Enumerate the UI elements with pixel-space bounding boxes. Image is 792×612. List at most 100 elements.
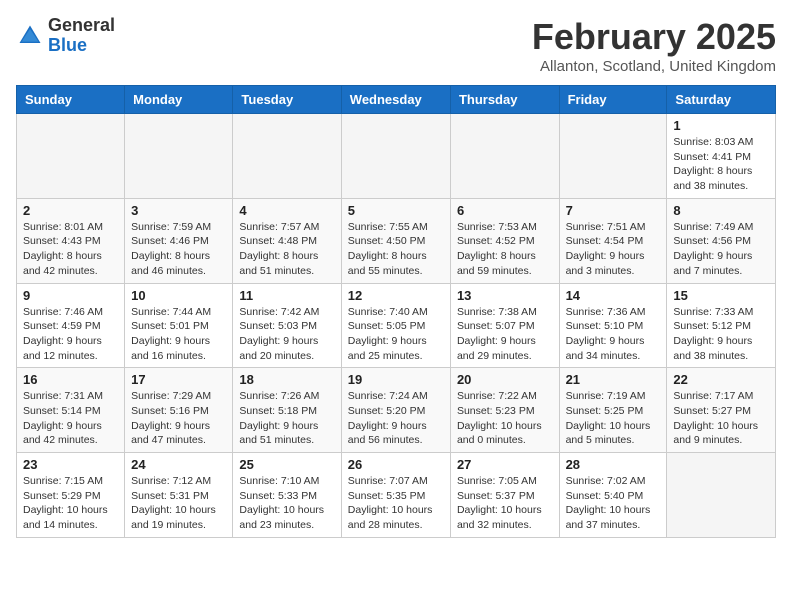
calendar: SundayMondayTuesdayWednesdayThursdayFrid…: [16, 85, 776, 538]
calendar-header-thursday: Thursday: [450, 86, 559, 114]
day-number: 12: [348, 288, 444, 303]
calendar-day-13: 13 Sunrise: 7:38 AM Sunset: 5:07 PM Dayli…: [450, 283, 559, 368]
day-number: 23: [23, 457, 118, 472]
calendar-header-friday: Friday: [559, 86, 667, 114]
calendar-day-19: 19 Sunrise: 7:24 AM Sunset: 5:20 PM Dayli…: [341, 368, 450, 453]
day-number: 20: [457, 372, 553, 387]
day-info: Sunrise: 8:03 AM Sunset: 4:41 PM Dayligh…: [673, 135, 769, 194]
day-number: 28: [566, 457, 661, 472]
day-info: Sunrise: 7:12 AM Sunset: 5:31 PM Dayligh…: [131, 474, 226, 533]
calendar-day-empty: [450, 114, 559, 199]
calendar-day-10: 10 Sunrise: 7:44 AM Sunset: 5:01 PM Dayli…: [125, 283, 233, 368]
day-info: Sunrise: 7:38 AM Sunset: 5:07 PM Dayligh…: [457, 305, 553, 364]
day-info: Sunrise: 8:01 AM Sunset: 4:43 PM Dayligh…: [23, 220, 118, 279]
day-info: Sunrise: 7:55 AM Sunset: 4:50 PM Dayligh…: [348, 220, 444, 279]
day-info: Sunrise: 7:24 AM Sunset: 5:20 PM Dayligh…: [348, 389, 444, 448]
day-number: 10: [131, 288, 226, 303]
day-info: Sunrise: 7:53 AM Sunset: 4:52 PM Dayligh…: [457, 220, 553, 279]
day-info: Sunrise: 7:33 AM Sunset: 5:12 PM Dayligh…: [673, 305, 769, 364]
day-number: 9: [23, 288, 118, 303]
day-info: Sunrise: 7:05 AM Sunset: 5:37 PM Dayligh…: [457, 474, 553, 533]
calendar-day-18: 18 Sunrise: 7:26 AM Sunset: 5:18 PM Dayli…: [233, 368, 341, 453]
day-info: Sunrise: 7:29 AM Sunset: 5:16 PM Dayligh…: [131, 389, 226, 448]
day-info: Sunrise: 7:26 AM Sunset: 5:18 PM Dayligh…: [239, 389, 334, 448]
calendar-day-12: 12 Sunrise: 7:40 AM Sunset: 5:05 PM Dayli…: [341, 283, 450, 368]
calendar-day-24: 24 Sunrise: 7:12 AM Sunset: 5:31 PM Dayli…: [125, 453, 233, 538]
calendar-day-16: 16 Sunrise: 7:31 AM Sunset: 5:14 PM Dayli…: [17, 368, 125, 453]
calendar-week-2: 2 Sunrise: 8:01 AM Sunset: 4:43 PM Daylig…: [17, 198, 776, 283]
calendar-day-4: 4Sunrise: 7:57 AM Sunset: 4:48 PM Daylig…: [233, 198, 341, 283]
calendar-header-tuesday: Tuesday: [233, 86, 341, 114]
day-info: Sunrise: 7:57 AM Sunset: 4:48 PM Dayligh…: [239, 220, 334, 279]
day-number: 24: [131, 457, 226, 472]
day-number: 18: [239, 372, 334, 387]
calendar-day-empty: [667, 453, 776, 538]
day-number: 5: [348, 203, 444, 218]
day-info: Sunrise: 7:10 AM Sunset: 5:33 PM Dayligh…: [239, 474, 334, 533]
calendar-day-7: 7Sunrise: 7:51 AM Sunset: 4:54 PM Daylig…: [559, 198, 667, 283]
logo-blue-text: Blue: [48, 36, 115, 56]
calendar-header-sunday: Sunday: [17, 86, 125, 114]
calendar-day-15: 15 Sunrise: 7:33 AM Sunset: 5:12 PM Dayli…: [667, 283, 776, 368]
day-info: Sunrise: 7:31 AM Sunset: 5:14 PM Dayligh…: [23, 389, 118, 448]
day-info: Sunrise: 7:49 AM Sunset: 4:56 PM Dayligh…: [673, 220, 769, 279]
calendar-header-monday: Monday: [125, 86, 233, 114]
calendar-day-empty: [559, 114, 667, 199]
calendar-day-8: 8 Sunrise: 7:49 AM Sunset: 4:56 PM Daylig…: [667, 198, 776, 283]
day-info: Sunrise: 7:02 AM Sunset: 5:40 PM Dayligh…: [566, 474, 661, 533]
calendar-day-25: 25 Sunrise: 7:10 AM Sunset: 5:33 PM Dayli…: [233, 453, 341, 538]
page-header: General Blue February 2025 Allanton, Sco…: [16, 16, 776, 75]
logo: General Blue: [16, 16, 115, 56]
calendar-day-26: 26 Sunrise: 7:07 AM Sunset: 5:35 PM Dayli…: [341, 453, 450, 538]
calendar-day-9: 9 Sunrise: 7:46 AM Sunset: 4:59 PM Daylig…: [17, 283, 125, 368]
title-area: February 2025 Allanton, Scotland, United…: [532, 16, 776, 75]
calendar-day-empty: [233, 114, 341, 199]
day-info: Sunrise: 7:07 AM Sunset: 5:35 PM Dayligh…: [348, 474, 444, 533]
calendar-day-27: 27Sunrise: 7:05 AM Sunset: 5:37 PM Dayli…: [450, 453, 559, 538]
day-number: 16: [23, 372, 118, 387]
day-number: 1: [673, 118, 769, 133]
calendar-day-11: 11 Sunrise: 7:42 AM Sunset: 5:03 PM Dayli…: [233, 283, 341, 368]
calendar-day-28: 28 Sunrise: 7:02 AM Sunset: 5:40 PM Dayli…: [559, 453, 667, 538]
day-number: 11: [239, 288, 334, 303]
calendar-header-wednesday: Wednesday: [341, 86, 450, 114]
calendar-day-2: 2 Sunrise: 8:01 AM Sunset: 4:43 PM Daylig…: [17, 198, 125, 283]
calendar-day-21: 21Sunrise: 7:19 AM Sunset: 5:25 PM Dayli…: [559, 368, 667, 453]
calendar-day-23: 23 Sunrise: 7:15 AM Sunset: 5:29 PM Dayli…: [17, 453, 125, 538]
calendar-day-22: 22 Sunrise: 7:17 AM Sunset: 5:27 PM Dayli…: [667, 368, 776, 453]
day-number: 13: [457, 288, 553, 303]
day-info: Sunrise: 7:46 AM Sunset: 4:59 PM Dayligh…: [23, 305, 118, 364]
month-title: February 2025: [532, 16, 776, 58]
day-info: Sunrise: 7:19 AM Sunset: 5:25 PM Dayligh…: [566, 389, 661, 448]
day-info: Sunrise: 7:40 AM Sunset: 5:05 PM Dayligh…: [348, 305, 444, 364]
day-info: Sunrise: 7:59 AM Sunset: 4:46 PM Dayligh…: [131, 220, 226, 279]
calendar-day-1: 1 Sunrise: 8:03 AM Sunset: 4:41 PM Daylig…: [667, 114, 776, 199]
day-info: Sunrise: 7:51 AM Sunset: 4:54 PM Dayligh…: [566, 220, 661, 279]
day-number: 25: [239, 457, 334, 472]
location: Allanton, Scotland, United Kingdom: [532, 58, 776, 75]
calendar-day-14: 14Sunrise: 7:36 AM Sunset: 5:10 PM Dayli…: [559, 283, 667, 368]
day-number: 3: [131, 203, 226, 218]
calendar-week-3: 9 Sunrise: 7:46 AM Sunset: 4:59 PM Daylig…: [17, 283, 776, 368]
day-number: 19: [348, 372, 444, 387]
calendar-header-saturday: Saturday: [667, 86, 776, 114]
calendar-day-3: 3 Sunrise: 7:59 AM Sunset: 4:46 PM Daylig…: [125, 198, 233, 283]
day-number: 26: [348, 457, 444, 472]
day-info: Sunrise: 7:22 AM Sunset: 5:23 PM Dayligh…: [457, 389, 553, 448]
day-info: Sunrise: 7:17 AM Sunset: 5:27 PM Dayligh…: [673, 389, 769, 448]
calendar-day-17: 17 Sunrise: 7:29 AM Sunset: 5:16 PM Dayli…: [125, 368, 233, 453]
calendar-week-1: 1 Sunrise: 8:03 AM Sunset: 4:41 PM Daylig…: [17, 114, 776, 199]
day-number: 2: [23, 203, 118, 218]
day-number: 8: [673, 203, 769, 218]
day-info: Sunrise: 7:15 AM Sunset: 5:29 PM Dayligh…: [23, 474, 118, 533]
calendar-day-6: 6 Sunrise: 7:53 AM Sunset: 4:52 PM Daylig…: [450, 198, 559, 283]
day-info: Sunrise: 7:44 AM Sunset: 5:01 PM Dayligh…: [131, 305, 226, 364]
day-number: 6: [457, 203, 553, 218]
day-info: Sunrise: 7:42 AM Sunset: 5:03 PM Dayligh…: [239, 305, 334, 364]
calendar-day-20: 20 Sunrise: 7:22 AM Sunset: 5:23 PM Dayli…: [450, 368, 559, 453]
logo-icon: [16, 22, 44, 50]
calendar-day-empty: [17, 114, 125, 199]
day-number: 15: [673, 288, 769, 303]
day-number: 22: [673, 372, 769, 387]
day-number: 17: [131, 372, 226, 387]
